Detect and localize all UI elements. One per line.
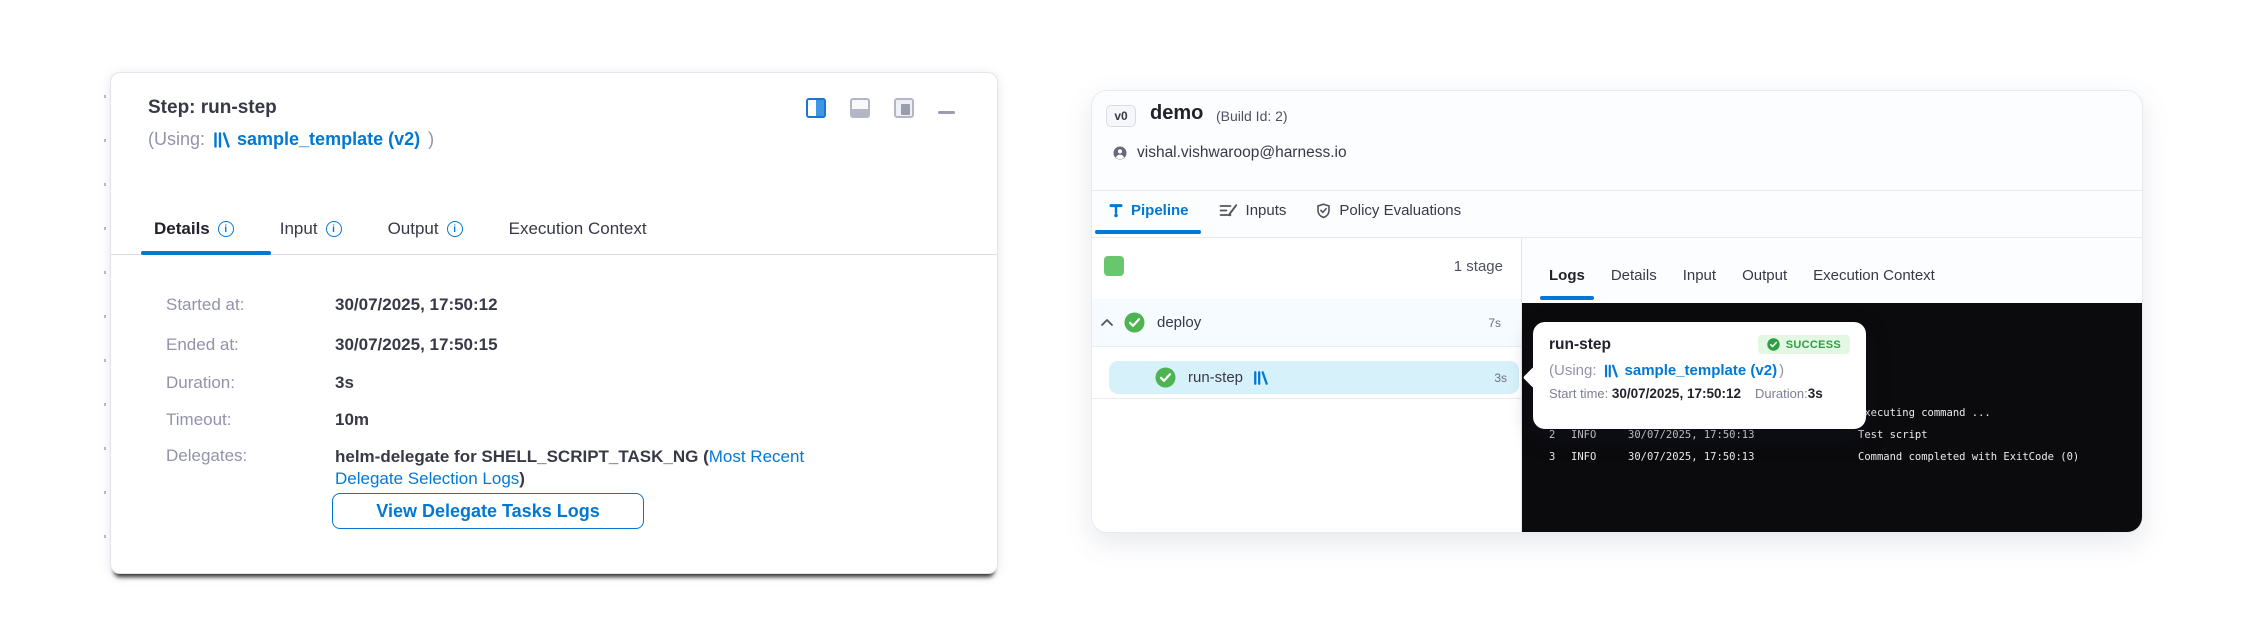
stage-count: 1 stage bbox=[1454, 258, 1503, 275]
tooltip-duration: 3s bbox=[1808, 386, 1823, 401]
log-line: 3 INFO 30/07/2025, 17:50:13 Command comp… bbox=[1522, 451, 2142, 463]
active-tab-underline bbox=[141, 251, 271, 255]
info-icon[interactable]: i bbox=[447, 221, 463, 237]
info-icon[interactable]: i bbox=[218, 221, 234, 237]
tree-row-run-step-selected[interactable]: run-step 3s bbox=[1109, 361, 1519, 394]
using-suffix: ) bbox=[428, 129, 434, 150]
tree-row-deploy[interactable]: deploy 7s bbox=[1092, 299, 1521, 347]
delegates-row: Delegates: helm-delegate for SHELL_SCRIP… bbox=[166, 446, 875, 491]
log-tab-bar: Logs Details Input Output Execution Cont… bbox=[1549, 267, 1935, 284]
success-check-icon bbox=[1767, 338, 1780, 351]
field-row: Duration: 3s bbox=[166, 373, 354, 393]
tooltip-time-line: Start time: 30/07/2025, 17:50:12 Duratio… bbox=[1549, 386, 1850, 401]
success-check-icon bbox=[1124, 312, 1145, 333]
tooltip-start-time: 30/07/2025, 17:50:12 bbox=[1612, 386, 1741, 401]
tab-input[interactable]: Input i bbox=[280, 219, 342, 239]
right-pane-icon[interactable] bbox=[894, 98, 914, 118]
tab-output[interactable]: Output bbox=[1742, 267, 1787, 284]
stage-label: deploy bbox=[1157, 314, 1201, 331]
stage-duration: 7s bbox=[1488, 316, 1501, 330]
info-icon[interactable]: i bbox=[326, 221, 342, 237]
chevron-up-icon[interactable] bbox=[1100, 318, 1114, 327]
pipeline-icon bbox=[1109, 203, 1123, 218]
tab-logs[interactable]: Logs bbox=[1549, 267, 1585, 284]
user-email: vishal.vishwaroop@harness.io bbox=[1137, 144, 1347, 162]
build-id: (Build Id: 2) bbox=[1216, 108, 1288, 124]
log-line: 2 INFO 30/07/2025, 17:50:13 Test script bbox=[1522, 429, 2142, 441]
build-tab-bar: Pipeline Inputs Policy Evaluations bbox=[1109, 202, 1461, 219]
stage-tree-panel: 1 stage deploy 7s run-step 3s bbox=[1092, 238, 1522, 532]
template-link[interactable]: sample_template (v2) bbox=[1604, 362, 1778, 379]
step-status-tooltip: run-step SUCCESS (Using: sample_template… bbox=[1533, 322, 1866, 429]
tab-pipeline[interactable]: Pipeline bbox=[1109, 202, 1189, 219]
tab-execution-context[interactable]: Execution Context bbox=[509, 219, 647, 239]
inputs-icon bbox=[1219, 203, 1238, 218]
minimize-icon[interactable] bbox=[938, 111, 955, 114]
template-icon bbox=[213, 132, 230, 148]
tab-execution-context[interactable]: Execution Context bbox=[1813, 267, 1935, 284]
tab-inputs[interactable]: Inputs bbox=[1219, 202, 1287, 219]
build-title: demo bbox=[1150, 102, 1203, 125]
field-row: Started at: 30/07/2025, 17:50:12 bbox=[166, 295, 498, 315]
delegates-value: helm-delegate for SHELL_SCRIPT_TASK_NG (… bbox=[335, 446, 875, 491]
step-title: Step: run-step bbox=[148, 97, 277, 119]
step-tab-bar: Details i Input i Output i Execution Con… bbox=[154, 219, 647, 239]
stage-status-square[interactable] bbox=[1104, 256, 1124, 276]
template-link[interactable]: sample_template (v2) bbox=[213, 129, 420, 150]
step-details-panel: Step: run-step (Using: sample_template (… bbox=[110, 72, 998, 574]
using-prefix: (Using: bbox=[148, 129, 205, 150]
user-icon bbox=[1113, 146, 1127, 165]
tab-policy-evaluations[interactable]: Policy Evaluations bbox=[1316, 202, 1461, 219]
template-icon bbox=[1604, 364, 1618, 378]
success-check-icon bbox=[1155, 367, 1176, 388]
ended-at-value: 30/07/2025, 17:50:15 bbox=[335, 335, 498, 355]
split-view-icon[interactable] bbox=[806, 98, 826, 118]
duration-value: 3s bbox=[335, 373, 354, 393]
policy-shield-check-icon bbox=[1316, 203, 1331, 219]
step-using-line: (Using: sample_template (v2) ) bbox=[148, 129, 434, 150]
divider bbox=[1092, 398, 1521, 399]
active-tab-underline bbox=[1540, 296, 1594, 300]
header-divider bbox=[1092, 190, 2142, 191]
tab-details[interactable]: Details bbox=[1611, 267, 1657, 284]
view-delegate-tasks-logs-button[interactable]: View Delegate Tasks Logs bbox=[332, 493, 644, 529]
status-badge: SUCCESS bbox=[1758, 335, 1850, 354]
build-panel: v0 demo (Build Id: 2) vishal.vishwaroop@… bbox=[1091, 90, 2143, 533]
step-duration: 3s bbox=[1494, 371, 1507, 385]
tooltip-step-name: run-step bbox=[1549, 336, 1611, 354]
active-tab-underline bbox=[1095, 230, 1201, 234]
timeout-value: 10m bbox=[335, 410, 369, 430]
bottom-pane-icon[interactable] bbox=[850, 98, 870, 118]
field-row: Timeout: 10m bbox=[166, 410, 369, 430]
version-badge: v0 bbox=[1106, 105, 1136, 127]
panel-resize-handle[interactable] bbox=[104, 95, 106, 550]
tab-details[interactable]: Details i bbox=[154, 219, 234, 239]
field-row: Ended at: 30/07/2025, 17:50:15 bbox=[166, 335, 498, 355]
tooltip-using-line: (Using: sample_template (v2) ) bbox=[1549, 362, 1850, 379]
tab-output[interactable]: Output i bbox=[388, 219, 463, 239]
started-at-value: 30/07/2025, 17:50:12 bbox=[335, 295, 498, 315]
tab-input[interactable]: Input bbox=[1683, 267, 1716, 284]
step-label: run-step bbox=[1188, 369, 1243, 386]
window-controls bbox=[806, 97, 955, 119]
template-icon bbox=[1253, 371, 1268, 385]
